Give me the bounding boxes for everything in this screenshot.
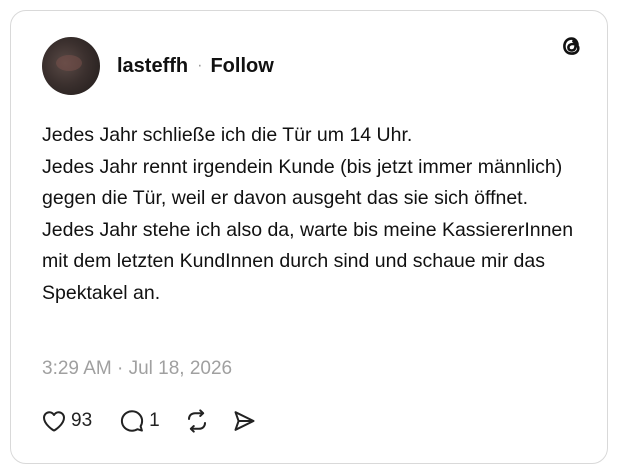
username[interactable]: lasteffh	[117, 55, 188, 78]
reply-button[interactable]: 1	[119, 408, 160, 434]
reply-count: 1	[149, 410, 160, 431]
post-timestamp[interactable]: 3:29 AM · Jul 18, 2026	[42, 358, 232, 380]
post-paragraph: Jedes Jahr rennt irgendein Kunde (bis je…	[42, 155, 563, 210]
action-bar: 93 1	[41, 408, 257, 434]
avatar[interactable]	[42, 37, 100, 95]
post-header: lasteffh · Follow	[42, 37, 274, 95]
comment-bubble-icon	[121, 410, 144, 432]
like-count: 93	[71, 410, 93, 431]
follow-button[interactable]: Follow	[210, 55, 273, 78]
post-text: Jedes Jahr schließe ich die Tür um 14 Uh…	[42, 120, 587, 309]
post-paragraph: Jedes Jahr stehe ich also da, warte bis …	[42, 218, 574, 304]
threads-logo-icon[interactable]	[557, 31, 587, 61]
share-button[interactable]	[231, 408, 257, 434]
post-card: lasteffh · Follow Jedes Jahr schließe ic…	[10, 10, 608, 464]
send-icon	[234, 411, 255, 431]
repost-button[interactable]	[184, 408, 210, 434]
repost-icon	[187, 409, 206, 433]
separator-dot: ·	[197, 57, 203, 74]
like-button[interactable]: 93	[41, 409, 92, 433]
heart-icon	[43, 411, 65, 432]
post-paragraph: Jedes Jahr schließe ich die Tür um 14 Uh…	[42, 124, 413, 146]
